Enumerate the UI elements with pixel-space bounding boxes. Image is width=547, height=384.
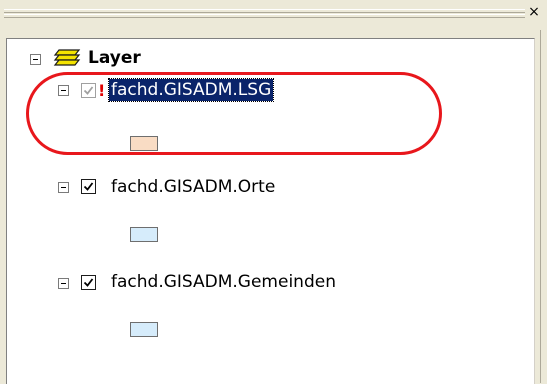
collapse-toggle-root[interactable] <box>30 54 41 65</box>
drag-grip-line[interactable] <box>4 14 525 18</box>
root-layer-label[interactable]: Layer <box>88 47 141 69</box>
layer-visibility-checkbox[interactable] <box>81 179 96 194</box>
collapse-toggle-layer[interactable] <box>58 182 69 193</box>
layers-icon <box>53 49 81 66</box>
layer-visibility-checkbox[interactable] <box>81 83 96 98</box>
collapse-toggle-layer[interactable] <box>58 278 69 289</box>
layer-label-lsg[interactable]: fachd.GISADM.LSG <box>107 78 275 102</box>
table-of-contents-panel: Layer ! fachd.GISADM.LSG fachd.GISADM.Or… <box>6 38 535 384</box>
layer-visibility-checkbox[interactable] <box>81 275 96 290</box>
collapse-toggle-layer[interactable] <box>58 85 69 96</box>
layer-label-gemeinden[interactable]: fachd.GISADM.Gemeinden <box>111 271 336 293</box>
layer-symbol-swatch[interactable] <box>130 322 158 337</box>
panel-edge <box>540 30 547 383</box>
panel-title-bar: × <box>0 0 547 26</box>
warning-icon: ! <box>98 81 106 100</box>
close-icon[interactable]: × <box>527 5 541 19</box>
layer-label-orte[interactable]: fachd.GISADM.Orte <box>111 176 275 198</box>
layer-symbol-swatch[interactable] <box>130 227 158 242</box>
drag-grip-line[interactable] <box>4 9 525 13</box>
layer-symbol-swatch[interactable] <box>130 136 158 151</box>
